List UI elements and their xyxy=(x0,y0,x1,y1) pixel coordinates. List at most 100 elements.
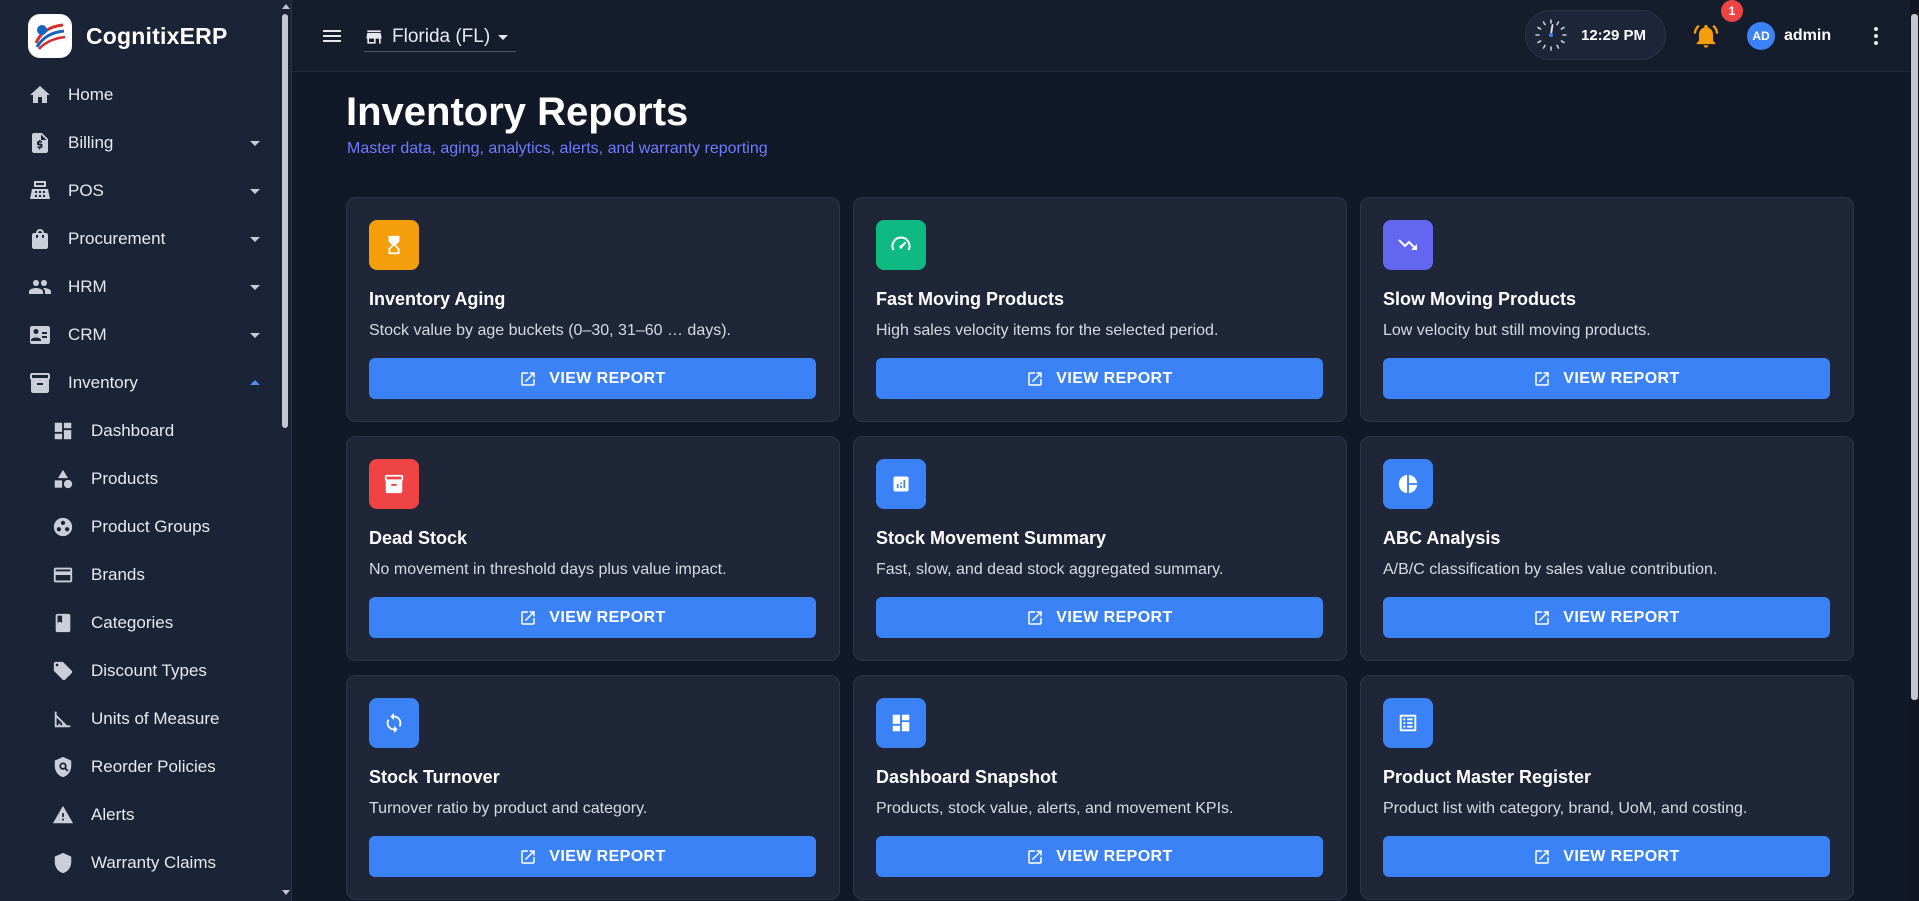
sidebar-item-billing[interactable]: Billing xyxy=(0,119,280,167)
sidebar-item-categories[interactable]: Categories xyxy=(0,599,280,647)
clock-dial-icon xyxy=(1535,19,1567,51)
view-report-button[interactable]: VIEW REPORT xyxy=(876,836,1323,877)
report-card-title: Fast Moving Products xyxy=(876,289,1065,309)
view-report-button[interactable]: VIEW REPORT xyxy=(876,358,1323,399)
chevron-down-icon xyxy=(248,280,262,299)
more-options-button[interactable] xyxy=(1864,24,1888,48)
brand-title: CognitixERP xyxy=(86,22,228,49)
sidebar-scrollbar-thumb[interactable] xyxy=(282,14,288,428)
view-report-button[interactable]: VIEW REPORT xyxy=(369,597,816,638)
report-card-title: Dashboard Snapshot xyxy=(876,767,1058,787)
sidebar-item-units-of-measure[interactable]: Units of Measure xyxy=(0,695,280,743)
view-report-label: VIEW REPORT xyxy=(549,847,666,865)
bar-chart-icon xyxy=(876,459,926,509)
open-in-new-icon xyxy=(1026,848,1044,866)
main-scrollbar[interactable] xyxy=(1910,0,1919,901)
chevron-down-icon xyxy=(248,232,262,251)
sidebar-item-label: Inventory xyxy=(68,373,138,392)
pie-chart-icon xyxy=(1383,459,1433,509)
report-card-stock-movement-summary: Stock Movement Summary Fast, slow, and d… xyxy=(853,436,1347,661)
sidebar-item-label: Products xyxy=(91,469,159,488)
scroll-up-arrow-icon[interactable] xyxy=(281,2,291,10)
report-card-abc-analysis: ABC Analysis A/B/C classification by sal… xyxy=(1360,436,1854,661)
view-report-label: VIEW REPORT xyxy=(549,608,666,626)
main-content: Inventory Reports Master data, aging, an… xyxy=(292,72,1910,901)
view-report-button[interactable]: VIEW REPORT xyxy=(369,836,816,877)
contact-card-icon xyxy=(26,321,54,349)
sidebar-item-label: Alerts xyxy=(91,805,135,824)
store-selector[interactable]: Florida (FL) xyxy=(364,22,517,52)
clock-time: 12:29 PM xyxy=(1581,26,1647,44)
refresh-icon xyxy=(369,698,419,748)
sidebar-item-label: CRM xyxy=(68,325,107,344)
hamburger-icon xyxy=(323,30,341,42)
sidebar-scrollbar[interactable] xyxy=(280,0,292,901)
view-report-button[interactable]: VIEW REPORT xyxy=(1383,836,1830,877)
report-card-title: Product Master Register xyxy=(1383,767,1592,787)
open-in-new-icon xyxy=(519,848,537,866)
sidebar-item-label: POS xyxy=(68,181,104,200)
open-in-new-icon xyxy=(1026,609,1044,627)
sidebar-item-reorder-policies[interactable]: Reorder Policies xyxy=(0,743,280,791)
brand[interactable]: CognitixERP xyxy=(28,14,227,58)
shapes-icon xyxy=(49,465,77,493)
view-report-button[interactable]: VIEW REPORT xyxy=(876,597,1323,638)
main-scrollbar-thumb[interactable] xyxy=(1911,14,1918,700)
sidebar-item-procurement[interactable]: Procurement xyxy=(0,215,280,263)
sidebar: CognitixERP Home Billing POS Procurement… xyxy=(0,0,292,901)
open-in-new-icon xyxy=(519,370,537,388)
menu-toggle-button[interactable] xyxy=(320,24,344,48)
report-card-description: Product list with category, brand, UoM, … xyxy=(1383,800,1748,817)
view-report-button[interactable]: VIEW REPORT xyxy=(369,358,816,399)
report-card-title: Stock Turnover xyxy=(369,767,500,787)
sidebar-item-alerts[interactable]: Alerts xyxy=(0,791,280,839)
shield-icon xyxy=(49,849,77,877)
sidebar-item-hrm[interactable]: HRM xyxy=(0,263,280,311)
sidebar-item-label: Procurement xyxy=(68,229,166,248)
sidebar-item-dashboard[interactable]: Dashboard xyxy=(0,407,280,455)
shopping-bag-icon xyxy=(26,225,54,253)
trending-down-icon xyxy=(1383,220,1433,270)
view-report-button[interactable]: VIEW REPORT xyxy=(1383,597,1830,638)
sidebar-item-label: Billing xyxy=(68,133,114,152)
view-report-label: VIEW REPORT xyxy=(549,369,666,387)
sidebar-item-crm[interactable]: CRM xyxy=(0,311,280,359)
scroll-down-arrow-icon[interactable] xyxy=(281,889,291,897)
sidebar-item-discount-types[interactable]: Discount Types xyxy=(0,647,280,695)
sidebar-item-product-groups[interactable]: Product Groups xyxy=(0,503,280,551)
sidebar-item-home[interactable]: Home xyxy=(0,71,280,119)
sidebar-item-label: Warranty Claims xyxy=(91,853,216,872)
sidebar-item-label: Dashboard xyxy=(91,421,175,440)
cash-register-icon xyxy=(26,177,54,205)
report-card-description: No movement in threshold days plus value… xyxy=(369,561,727,578)
sidebar-item-products[interactable]: Products xyxy=(0,455,280,503)
view-report-label: VIEW REPORT xyxy=(1056,608,1173,626)
user-menu[interactable]: AD admin xyxy=(1747,22,1831,50)
report-card-slow-moving-products: Slow Moving Products Low velocity but st… xyxy=(1360,197,1854,422)
report-grid: Inventory Aging Stock value by age bucke… xyxy=(346,197,1854,900)
sidebar-item-label: Brands xyxy=(91,565,145,584)
ruler-icon xyxy=(49,705,77,733)
sidebar-item-brands[interactable]: Brands xyxy=(0,551,280,599)
sidebar-item-warranty-claims[interactable]: Warranty Claims xyxy=(0,839,280,887)
sidebar-item-pos[interactable]: POS xyxy=(0,167,280,215)
view-report-label: VIEW REPORT xyxy=(1563,369,1680,387)
report-card-title: Slow Moving Products xyxy=(1383,289,1577,309)
speedometer-icon xyxy=(876,220,926,270)
warning-icon xyxy=(49,801,77,829)
page-subtitle: Master data, aging, analytics, alerts, a… xyxy=(347,140,768,157)
brand-card-icon xyxy=(49,561,77,589)
archive-box-icon xyxy=(369,459,419,509)
report-card-description: Low velocity but still moving products. xyxy=(1383,322,1651,339)
open-in-new-icon xyxy=(1533,848,1551,866)
sidebar-item-inventory[interactable]: Inventory xyxy=(0,359,280,407)
sidebar-item-label: HRM xyxy=(68,277,107,296)
view-report-label: VIEW REPORT xyxy=(1563,608,1680,626)
chevron-down-icon xyxy=(248,328,262,347)
view-report-button[interactable]: VIEW REPORT xyxy=(1383,358,1830,399)
report-card-description: Fast, slow, and dead stock aggregated su… xyxy=(876,561,1224,578)
more-vertical-icon xyxy=(1874,27,1878,45)
report-card-dashboard-snapshot: Dashboard Snapshot Products, stock value… xyxy=(853,675,1347,900)
notifications-button[interactable] xyxy=(1692,22,1720,50)
notification-count-badge: 1 xyxy=(1721,0,1743,22)
